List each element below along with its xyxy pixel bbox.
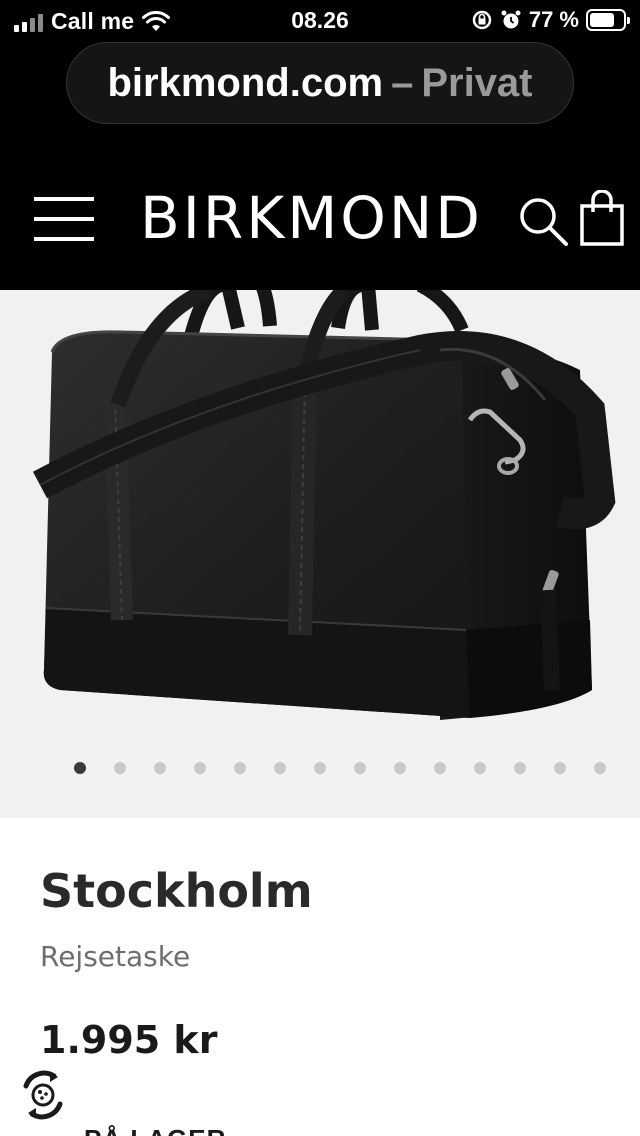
url-domain: birkmond.com xyxy=(107,60,384,105)
status-bar: Call me 08.26 77 % xyxy=(0,0,640,42)
status-right: 77 % xyxy=(471,7,630,33)
stock-status: PÅ LAGER xyxy=(84,1124,226,1136)
gallery-dot[interactable] xyxy=(114,762,126,774)
cookie-settings-icon[interactable] xyxy=(14,1064,72,1126)
gallery-dot[interactable] xyxy=(354,762,366,774)
gallery-dot[interactable] xyxy=(154,762,166,774)
gallery-dot[interactable] xyxy=(554,762,566,774)
battery-percentage: 77 % xyxy=(528,7,579,32)
hamburger-menu-icon[interactable] xyxy=(34,193,96,245)
search-icon[interactable] xyxy=(516,194,570,248)
gallery-dot[interactable] xyxy=(194,762,206,774)
battery-icon xyxy=(586,9,630,31)
gallery-dot[interactable] xyxy=(314,762,326,774)
orientation-lock-icon xyxy=(472,10,492,30)
gallery-dot[interactable] xyxy=(514,762,526,774)
product-title: Stockholm xyxy=(40,864,313,918)
gallery-pagination xyxy=(0,760,640,776)
gallery-dot[interactable] xyxy=(474,762,486,774)
gallery-dot[interactable] xyxy=(594,762,606,774)
gallery-dot[interactable] xyxy=(274,762,286,774)
address-bar[interactable]: birkmond.com – Privat xyxy=(66,42,574,124)
shopping-bag-icon[interactable] xyxy=(578,190,626,248)
product-image xyxy=(32,290,616,720)
url-separator: – xyxy=(391,60,414,105)
site-header: BIRKMOND xyxy=(0,162,640,290)
gallery-dot[interactable] xyxy=(434,762,446,774)
product-image-gallery[interactable] xyxy=(0,290,640,818)
private-mode-label: Privat xyxy=(421,60,533,105)
gallery-dot[interactable] xyxy=(74,762,86,774)
gallery-dot[interactable] xyxy=(394,762,406,774)
product-subtitle: Rejsetaske xyxy=(40,940,191,973)
gallery-dot[interactable] xyxy=(234,762,246,774)
product-price: 1.995 kr xyxy=(40,1018,218,1062)
brand-logo[interactable]: BIRKMOND xyxy=(140,184,483,252)
browser-url-area: birkmond.com – Privat xyxy=(0,42,640,162)
alarm-icon xyxy=(501,10,521,29)
